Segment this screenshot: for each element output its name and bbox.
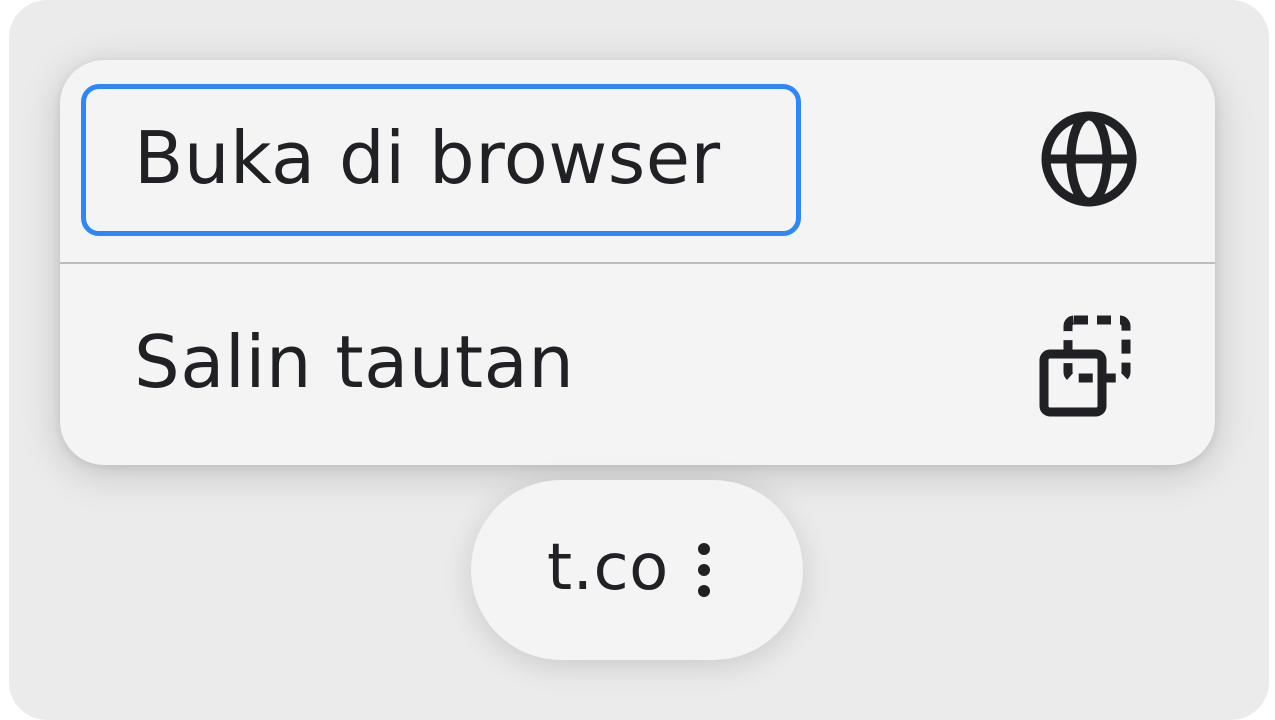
- more-vertical-icon[interactable]: [697, 542, 711, 598]
- copy-link-icon: [1039, 315, 1131, 417]
- link-domain-chip[interactable]: t.co: [471, 480, 803, 660]
- globe-icon: [1041, 111, 1137, 207]
- menu-item-open-in-browser[interactable]: Buka di browser: [60, 60, 1215, 262]
- menu-item-copy-link[interactable]: Salin tautan: [60, 264, 1215, 465]
- menu-item-label: Salin tautan: [134, 320, 575, 404]
- popup-backdrop: Buka di browser Salin tautan t.co: [9, 0, 1269, 720]
- context-menu: Buka di browser Salin tautan: [60, 60, 1215, 465]
- domain-label: t.co: [547, 531, 669, 605]
- menu-item-label: Buka di browser: [134, 116, 721, 200]
